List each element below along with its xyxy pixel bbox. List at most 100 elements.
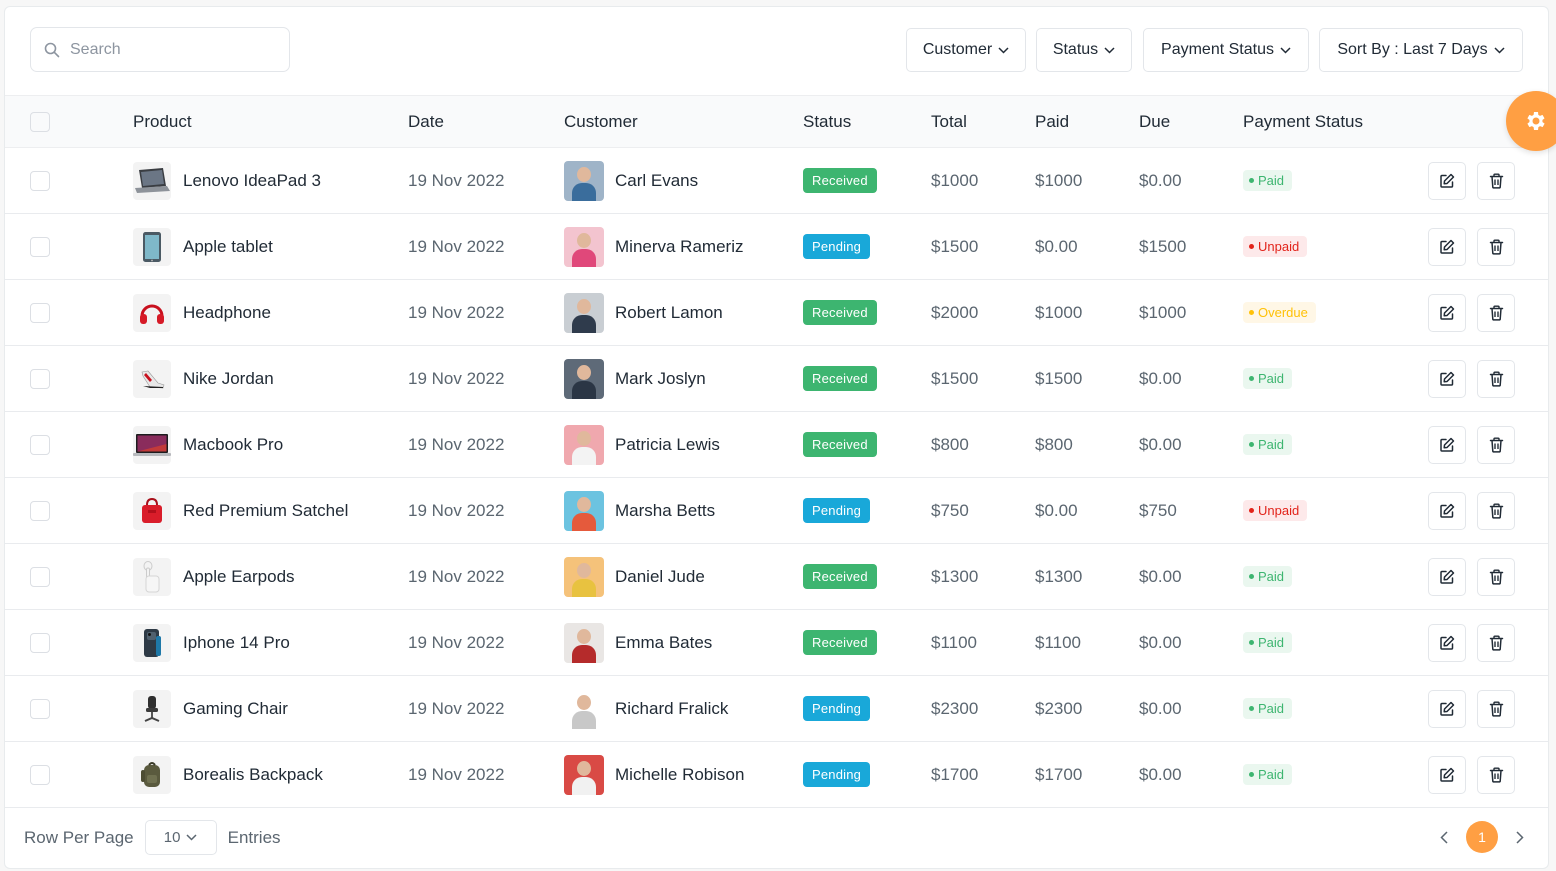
payment-status-label: Paid — [1258, 701, 1285, 716]
due-cell: $1000 — [1139, 302, 1187, 322]
date-cell: 19 Nov 2022 — [408, 236, 505, 256]
date-cell: 19 Nov 2022 — [408, 566, 505, 586]
date-cell: 19 Nov 2022 — [408, 434, 505, 454]
row-checkbox[interactable] — [30, 170, 50, 191]
row-checkbox[interactable] — [30, 566, 50, 587]
row-checkbox[interactable] — [30, 368, 50, 389]
customer-name: Minerva Rameriz — [615, 236, 744, 256]
headphone-icon — [133, 293, 171, 332]
product-name[interactable]: Iphone 14 Pro — [183, 633, 290, 653]
date-cell: 19 Nov 2022 — [408, 302, 505, 322]
avatar — [564, 424, 604, 465]
edit-button[interactable] — [1428, 161, 1466, 200]
delete-button[interactable] — [1477, 689, 1515, 728]
row-checkbox[interactable] — [30, 764, 50, 785]
payment-status-badge: Paid — [1243, 698, 1293, 719]
paid-cell: $1500 — [1035, 368, 1083, 388]
product-name[interactable]: Lenovo IdeaPad 3 — [183, 171, 321, 191]
trash-icon — [1489, 503, 1503, 519]
status-badge: Received — [803, 366, 877, 391]
status-badge: Received — [803, 630, 877, 655]
table-row: Nike Jordan 19 Nov 2022 Mark Joslyn Receive… — [5, 346, 1548, 412]
payment-status-badge: Paid — [1243, 566, 1293, 587]
trash-icon — [1489, 305, 1503, 321]
customer-name: Mark Joslyn — [615, 368, 706, 388]
search-box[interactable] — [30, 27, 290, 72]
avatar — [564, 358, 604, 399]
row-checkbox[interactable] — [30, 632, 50, 653]
row-checkbox[interactable] — [30, 302, 50, 323]
edit-button[interactable] — [1428, 359, 1466, 398]
delete-button[interactable] — [1477, 227, 1515, 266]
tablet-icon — [133, 227, 171, 266]
chevron-down-icon — [186, 834, 197, 841]
delete-button[interactable] — [1477, 293, 1515, 332]
customer-filter[interactable]: Customer — [906, 28, 1026, 72]
payment-status-label: Paid — [1258, 437, 1285, 452]
chevron-left-icon[interactable] — [1440, 830, 1448, 844]
edit-button[interactable] — [1428, 491, 1466, 530]
product-name[interactable]: Apple tablet — [183, 237, 273, 257]
edit-button[interactable] — [1428, 689, 1466, 728]
page-button-current[interactable]: 1 — [1466, 821, 1498, 853]
status-badge: Pending — [803, 762, 871, 787]
row-checkbox[interactable] — [30, 500, 50, 521]
status-filter[interactable]: Status — [1036, 28, 1132, 72]
paid-cell: $1100 — [1035, 632, 1082, 652]
product-name[interactable]: Red Premium Satchel — [183, 501, 348, 521]
customer-name: Patricia Lewis — [615, 434, 720, 454]
edit-button[interactable] — [1428, 755, 1466, 794]
row-checkbox[interactable] — [30, 698, 50, 719]
edit-icon — [1440, 767, 1455, 782]
gear-icon — [1527, 112, 1545, 130]
sales-table: Product Date Customer Status Total Paid … — [5, 95, 1548, 808]
chevron-down-icon — [1280, 46, 1291, 54]
edit-icon — [1440, 305, 1455, 320]
total-cell: $1100 — [931, 632, 978, 652]
select-all-checkbox[interactable] — [30, 111, 50, 132]
product-name[interactable]: Nike Jordan — [183, 369, 274, 389]
due-cell: $0.00 — [1139, 566, 1182, 586]
delete-button[interactable] — [1477, 359, 1515, 398]
product-name[interactable]: Headphone — [183, 303, 271, 323]
chevron-down-icon — [998, 46, 1009, 54]
delete-button[interactable] — [1477, 161, 1515, 200]
table-row: Macbook Pro 19 Nov 2022 Patricia Lewis Rece… — [5, 412, 1548, 478]
product-name[interactable]: Macbook Pro — [183, 435, 283, 455]
laptop-icon — [133, 161, 171, 200]
paid-cell: $1000 — [1035, 302, 1083, 322]
status-badge: Pending — [803, 234, 871, 259]
total-cell: $1000 — [931, 170, 979, 190]
row-checkbox[interactable] — [30, 236, 50, 257]
search-input[interactable] — [68, 39, 272, 60]
edit-button[interactable] — [1428, 623, 1466, 662]
date-cell: 19 Nov 2022 — [408, 170, 505, 190]
date-cell: 19 Nov 2022 — [408, 764, 505, 784]
delete-button[interactable] — [1477, 557, 1515, 596]
column-header: Status — [803, 111, 852, 131]
delete-button[interactable] — [1477, 425, 1515, 464]
total-cell: $1300 — [931, 566, 979, 586]
rows-per-page-select[interactable]: 10 — [144, 820, 217, 855]
sort-by-dropdown[interactable]: Sort By : Last 7 Days — [1319, 28, 1523, 72]
delete-button[interactable] — [1477, 755, 1515, 794]
payment-status-label: Paid — [1258, 173, 1285, 188]
product-name[interactable]: Gaming Chair — [183, 699, 288, 719]
paid-cell: $1000 — [1035, 170, 1083, 190]
product-name[interactable]: Borealis Backpack — [183, 765, 323, 785]
chevron-right-icon[interactable] — [1516, 830, 1524, 844]
edit-button[interactable] — [1428, 557, 1466, 596]
payment-status-label: Unpaid — [1258, 503, 1300, 518]
edit-button[interactable] — [1428, 293, 1466, 332]
date-cell: 19 Nov 2022 — [408, 500, 505, 520]
row-checkbox[interactable] — [30, 434, 50, 455]
table-row: Iphone 14 Pro 19 Nov 2022 Emma Bates Receiv… — [5, 610, 1548, 676]
edit-button[interactable] — [1428, 227, 1466, 266]
due-cell: $0.00 — [1139, 698, 1182, 718]
delete-button[interactable] — [1477, 491, 1515, 530]
delete-button[interactable] — [1477, 623, 1515, 662]
product-name[interactable]: Apple Earpods — [183, 567, 295, 587]
edit-button[interactable] — [1428, 425, 1466, 464]
payment-status-filter[interactable]: Payment Status — [1143, 28, 1309, 72]
total-cell: $1700 — [931, 764, 979, 784]
